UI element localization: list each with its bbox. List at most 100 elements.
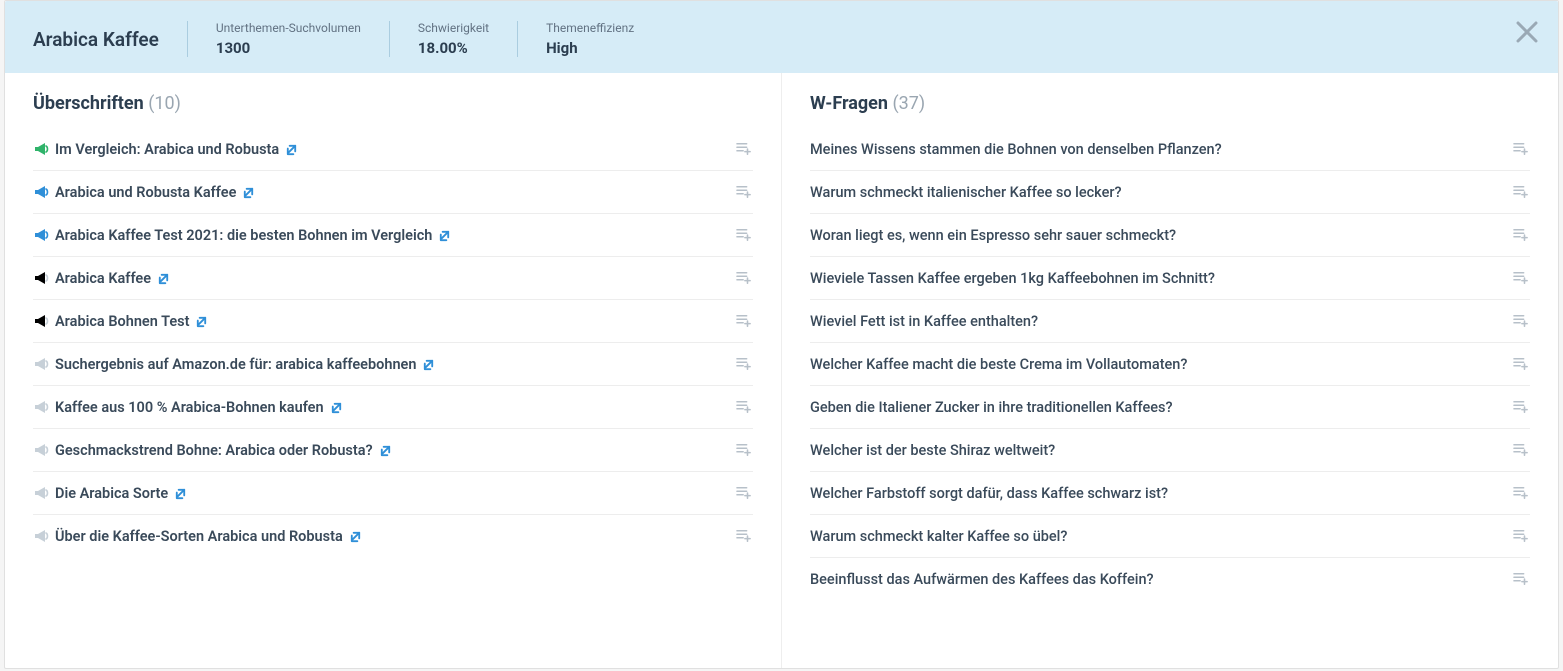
add-to-list-button[interactable]: [1512, 140, 1530, 158]
question-text: Beeinflusst das Aufwärmen des Kaffees da…: [810, 571, 1512, 588]
external-link-icon[interactable]: [422, 358, 435, 371]
headline-text: Im Vergleich: Arabica und Robusta: [55, 141, 735, 158]
megaphone-icon: [33, 399, 55, 415]
stat-value: High: [546, 39, 634, 57]
question-row: Warum schmeckt kalter Kaffee so übel?: [810, 515, 1530, 558]
megaphone-icon: [33, 485, 55, 501]
add-to-list-button[interactable]: [1512, 484, 1530, 502]
external-link-icon[interactable]: [285, 143, 298, 156]
add-to-list-button[interactable]: [1512, 312, 1530, 330]
question-row: Welcher ist der beste Shiraz weltweit?: [810, 429, 1530, 472]
close-button[interactable]: [1514, 19, 1540, 45]
question-text: Wieviel Fett ist in Kaffee enthalten?: [810, 313, 1512, 330]
headline-label: Über die Kaffee-Sorten Arabica und Robus…: [55, 528, 343, 545]
question-text: Woran liegt es, wenn ein Espresso sehr s…: [810, 227, 1512, 244]
headline-text: Geschmackstrend Bohne: Arabica oder Robu…: [55, 442, 735, 459]
add-to-list-button[interactable]: [1512, 398, 1530, 416]
add-to-list-button[interactable]: [1512, 570, 1530, 588]
column-title: Überschriften (10): [33, 93, 753, 114]
add-to-list-button[interactable]: [735, 269, 753, 287]
question-text: Geben die Italiener Zucker in ihre tradi…: [810, 399, 1512, 416]
add-to-list-button[interactable]: [735, 398, 753, 416]
stat-label: Unterthemen-Suchvolumen: [216, 21, 361, 35]
headline-label: Suchergebnis auf Amazon.de für: arabica …: [55, 356, 416, 373]
headlines-list: Im Vergleich: Arabica und Robusta Arabica…: [33, 128, 753, 557]
question-row: Welcher Kaffee macht die beste Crema im …: [810, 343, 1530, 386]
question-row: Welcher Farbstoff sorgt dafür, dass Kaff…: [810, 472, 1530, 515]
external-link-icon[interactable]: [195, 315, 208, 328]
question-text: Wieviele Tassen Kaffee ergeben 1kg Kaffe…: [810, 270, 1512, 287]
headline-row: Kaffee aus 100 % Arabica-Bohnen kaufen: [33, 386, 753, 429]
stat-efficiency: Themeneffizienz High: [517, 21, 662, 57]
add-to-list-button[interactable]: [1512, 355, 1530, 373]
question-row: Woran liegt es, wenn ein Espresso sehr s…: [810, 214, 1530, 257]
headline-label: Kaffee aus 100 % Arabica-Bohnen kaufen: [55, 399, 324, 416]
megaphone-icon: [33, 184, 55, 200]
question-row: Wieviel Fett ist in Kaffee enthalten?: [810, 300, 1530, 343]
questions-column: W-Fragen (37) Meines Wissens stammen die…: [781, 73, 1558, 668]
add-to-list-button[interactable]: [1512, 441, 1530, 459]
question-row: Wieviele Tassen Kaffee ergeben 1kg Kaffe…: [810, 257, 1530, 300]
external-link-icon[interactable]: [157, 272, 170, 285]
question-row: Beeinflusst das Aufwärmen des Kaffees da…: [810, 558, 1530, 600]
add-to-list-button[interactable]: [1512, 527, 1530, 545]
add-to-list-button[interactable]: [735, 226, 753, 244]
headline-text: Arabica Kaffee: [55, 270, 735, 287]
external-link-icon[interactable]: [330, 401, 343, 414]
column-count: (10): [148, 93, 181, 114]
headline-label: Geschmackstrend Bohne: Arabica oder Robu…: [55, 442, 373, 459]
column-count: (37): [892, 93, 925, 114]
topic-title: Arabica Kaffee: [33, 28, 187, 51]
headline-row: Suchergebnis auf Amazon.de für: arabica …: [33, 343, 753, 386]
headline-row: Die Arabica Sorte: [33, 472, 753, 515]
add-to-list-button[interactable]: [735, 527, 753, 545]
headline-row: Arabica Kaffee: [33, 257, 753, 300]
headline-text: Arabica Bohnen Test: [55, 313, 735, 330]
headline-label: Die Arabica Sorte: [55, 485, 168, 502]
external-link-icon[interactable]: [174, 487, 187, 500]
stat-difficulty: Schwierigkeit 18.00%: [389, 21, 517, 57]
headline-label: Im Vergleich: Arabica und Robusta: [55, 141, 279, 158]
questions-list: Meines Wissens stammen die Bohnen von de…: [810, 128, 1530, 600]
column-title-text: Überschriften: [33, 93, 144, 114]
headline-label: Arabica Kaffee Test 2021: die besten Boh…: [55, 227, 432, 244]
add-to-list-button[interactable]: [735, 183, 753, 201]
megaphone-icon: [33, 313, 55, 329]
add-to-list-button[interactable]: [1512, 183, 1530, 201]
add-to-list-button[interactable]: [1512, 226, 1530, 244]
column-title: W-Fragen (37): [810, 93, 1530, 114]
headline-label: Arabica Kaffee: [55, 270, 151, 287]
headline-row: Über die Kaffee-Sorten Arabica und Robus…: [33, 515, 753, 557]
panel-header: Arabica Kaffee Unterthemen-Suchvolumen 1…: [5, 1, 1558, 73]
add-to-list-button[interactable]: [1512, 269, 1530, 287]
add-to-list-button[interactable]: [735, 140, 753, 158]
headline-text: Die Arabica Sorte: [55, 485, 735, 502]
headline-row: Arabica Bohnen Test: [33, 300, 753, 343]
external-link-icon[interactable]: [242, 186, 255, 199]
topic-detail-panel: Arabica Kaffee Unterthemen-Suchvolumen 1…: [4, 0, 1559, 669]
stat-value: 1300: [216, 39, 361, 57]
stat-label: Themeneffizienz: [546, 21, 634, 35]
megaphone-icon: [33, 356, 55, 372]
external-link-icon[interactable]: [349, 530, 362, 543]
question-row: Meines Wissens stammen die Bohnen von de…: [810, 128, 1530, 171]
external-link-icon[interactable]: [438, 229, 451, 242]
headline-text: Über die Kaffee-Sorten Arabica und Robus…: [55, 528, 735, 545]
headline-text: Suchergebnis auf Amazon.de für: arabica …: [55, 356, 735, 373]
question-text: Welcher ist der beste Shiraz weltweit?: [810, 442, 1512, 459]
megaphone-icon: [33, 528, 55, 544]
megaphone-icon: [33, 227, 55, 243]
column-title-text: W-Fragen: [810, 93, 888, 114]
add-to-list-button[interactable]: [735, 355, 753, 373]
panel-body: Überschriften (10) Im Vergleich: Arabica…: [5, 73, 1558, 668]
add-to-list-button[interactable]: [735, 312, 753, 330]
megaphone-icon: [33, 270, 55, 286]
headline-text: Arabica Kaffee Test 2021: die besten Boh…: [55, 227, 735, 244]
headline-row: Im Vergleich: Arabica und Robusta: [33, 128, 753, 171]
headline-text: Kaffee aus 100 % Arabica-Bohnen kaufen: [55, 399, 735, 416]
stat-search-volume: Unterthemen-Suchvolumen 1300: [187, 21, 389, 57]
external-link-icon[interactable]: [379, 444, 392, 457]
question-text: Warum schmeckt italienischer Kaffee so l…: [810, 184, 1512, 201]
add-to-list-button[interactable]: [735, 441, 753, 459]
add-to-list-button[interactable]: [735, 484, 753, 502]
